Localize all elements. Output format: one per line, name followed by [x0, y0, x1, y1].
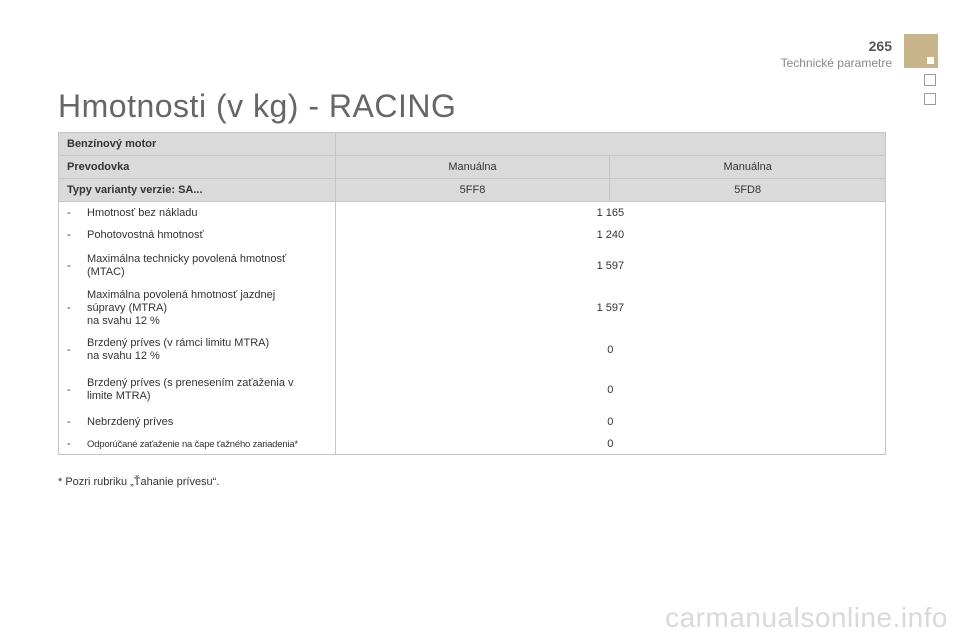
page-number: 265: [868, 38, 892, 54]
table-row-value: 1 597: [596, 302, 625, 314]
engine-value-cell: [334, 132, 887, 156]
section-tab-2[interactable]: [924, 74, 936, 86]
watermark: carmanualsonline.info: [665, 602, 948, 633]
table-row-label: - Nebrzdený príves: [67, 415, 174, 429]
table-row-value: 1 165: [596, 207, 625, 219]
values-body: - Hmotnosť bez nákladu - Pohotovostná hmot…: [58, 201, 887, 455]
table-row-label: - Maximálna technicky povolená hmotnosť (…: [67, 253, 287, 278]
footnote: * Pozri rubriku „Ťahanie prívesu“.: [58, 476, 220, 488]
section-tab-3[interactable]: [924, 93, 936, 105]
table-row-label: - Odporúčané zaťaženie na čape ťažného za…: [67, 438, 298, 450]
table-row-value: 0: [607, 344, 614, 356]
table-row-value: 0: [607, 416, 614, 428]
table-row-label: - Pohotovostná hmotnosť: [67, 228, 204, 242]
square-icon: [927, 57, 934, 64]
gearbox-value: Manuálna: [334, 155, 611, 179]
manual-page: 265 Technické parametre Hmotnosti (v kg)…: [0, 0, 960, 640]
section-tabs: [904, 34, 938, 105]
table-row-value: 1 240: [596, 229, 625, 241]
table-row-value: 1 597: [596, 260, 625, 272]
description-column: - Hmotnosť bez nákladu - Pohotovostná hmot…: [58, 201, 336, 455]
active-section-tab[interactable]: [904, 34, 938, 68]
page-title: Hmotnosti (v kg) - RACING: [58, 88, 457, 124]
variant-value: 5FD8: [609, 178, 886, 202]
table-row-label: - Hmotnosť bez nákladu: [67, 206, 198, 220]
gearbox-label: Prevodovka: [58, 155, 336, 179]
table-row-label: - Brzdený príves (s prenesením zaťaženia …: [67, 377, 294, 402]
value-column: 1 165 1 240 1 597 1 597 0 0 0 0: [334, 201, 887, 455]
engine-label: Benzínový motor: [58, 132, 336, 156]
engine-row: Benzínový motor: [58, 132, 887, 156]
variant-row: Typy varianty verzie: SA... 5FF8 5FD8: [58, 178, 886, 202]
gearbox-value: Manuálna: [609, 155, 886, 179]
weights-table: Benzínový motor Prevodovka Manuálna Manu…: [58, 132, 887, 455]
table-row-label: - Brzdený príves (v rámci limitu MTRA) na…: [67, 337, 270, 362]
section-name: Technické parametre: [780, 56, 892, 70]
table-row-value: 0: [607, 384, 614, 396]
variant-value: 5FF8: [334, 178, 611, 202]
table-row-label: - Maximálna povolená hmotnosť jazdnej súp…: [67, 288, 276, 327]
table-row-value: 0: [607, 438, 614, 450]
variant-label: Typy varianty verzie: SA...: [58, 178, 336, 202]
gearbox-row: Prevodovka Manuálna Manuálna: [58, 155, 886, 179]
